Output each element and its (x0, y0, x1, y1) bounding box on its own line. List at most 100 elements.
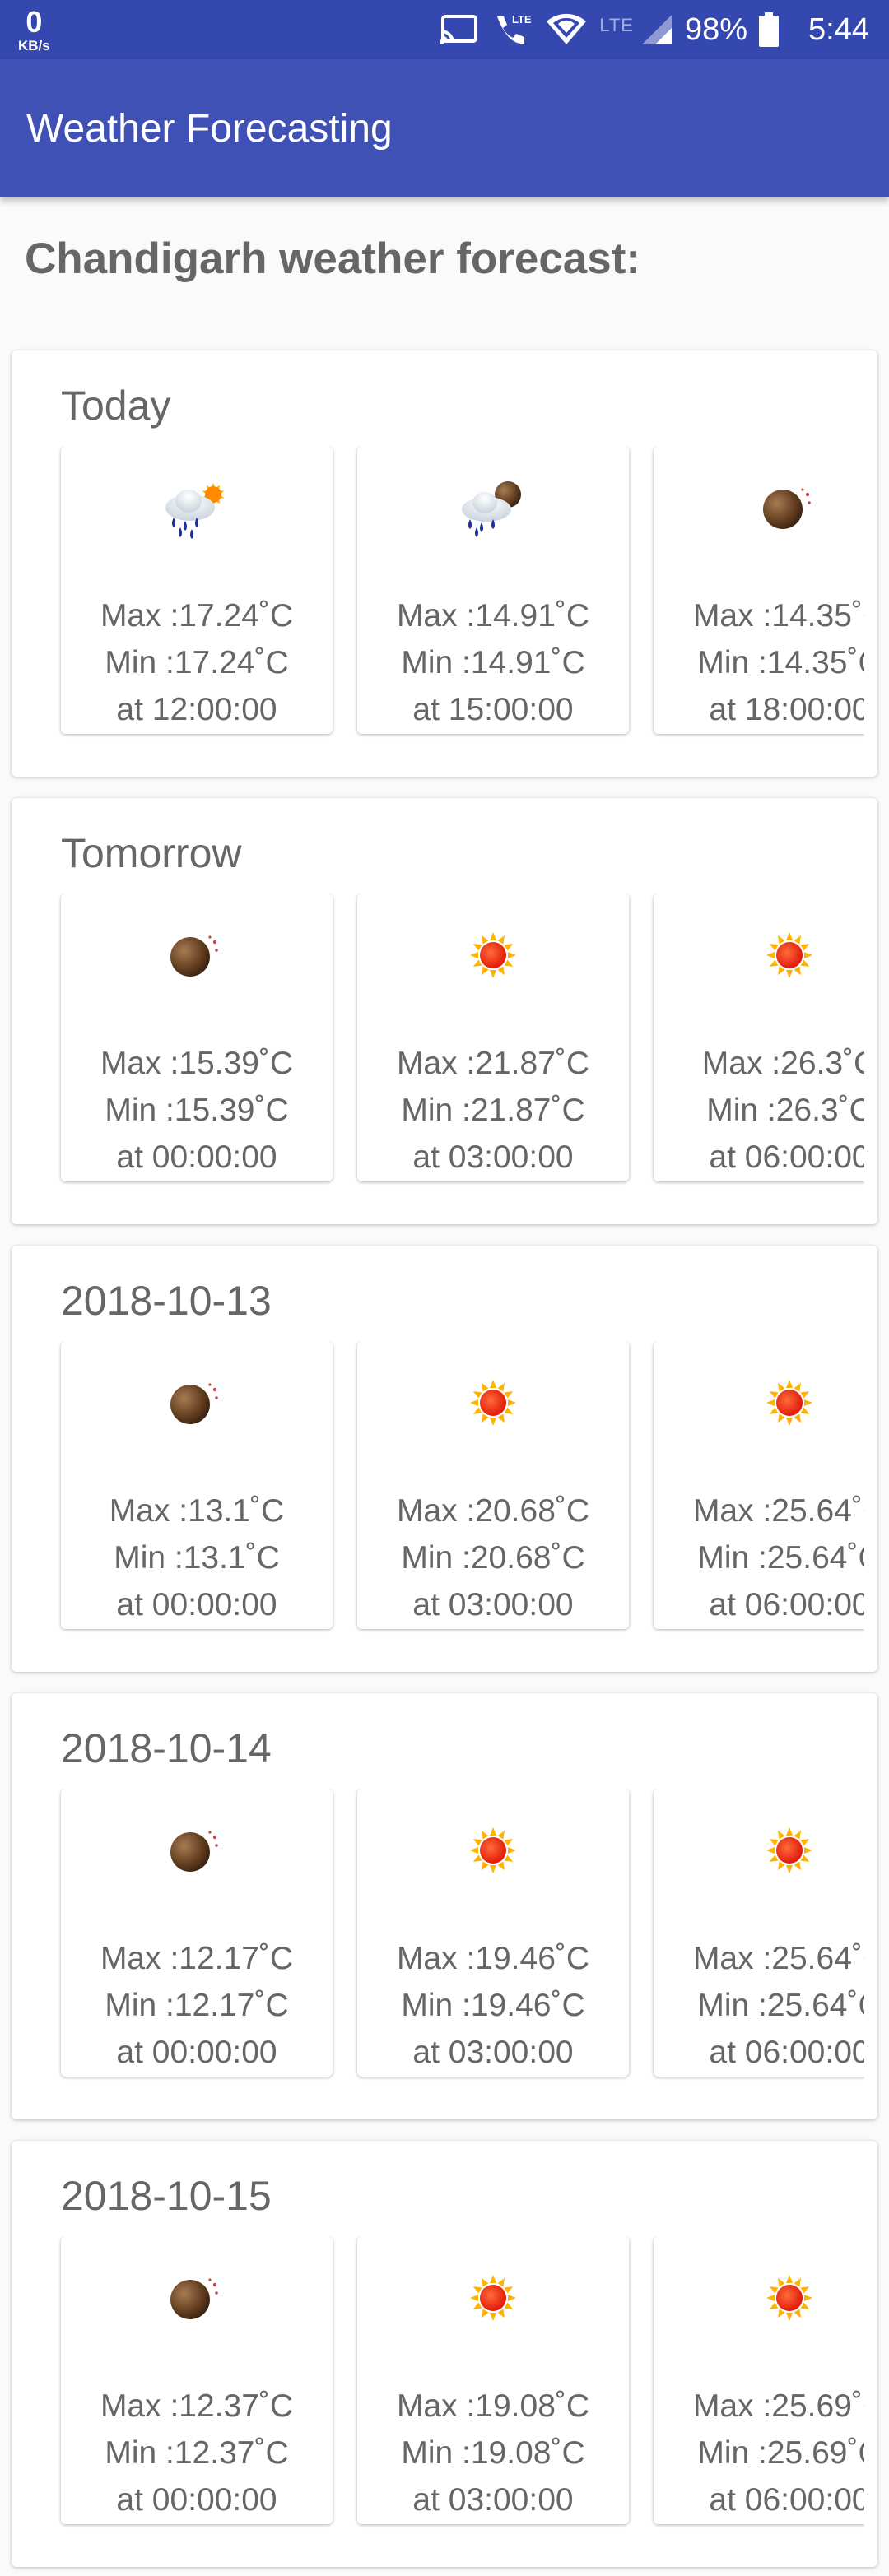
moon-icon (61, 2236, 333, 2335)
forecast-entry[interactable]: Max :19.46˚C Min :19.46˚C at 03:00:00 (357, 1789, 629, 2077)
max-temp: Max :12.17˚C (100, 1941, 294, 1976)
min-temp: Min :14.91˚C (401, 645, 585, 680)
cast-icon (438, 13, 479, 46)
forecast-time: at 15:00:00 (412, 692, 574, 727)
min-temp: Min :20.68˚C (401, 1540, 585, 1576)
forecast-strip[interactable]: Max :12.17˚C Min :12.17˚C at 00:00:00 Max :… (49, 1789, 864, 2085)
forecast-entry[interactable]: Max :12.37˚C Min :12.37˚C at 00:00:00 (61, 2236, 333, 2524)
forecast-time: at 00:00:00 (116, 1139, 277, 1175)
max-temp: Max :19.46˚C (396, 1941, 590, 1976)
sun-icon (654, 1341, 864, 1440)
max-temp: Max :26.3˚C (701, 1046, 864, 1081)
max-temp: Max :21.87˚C (396, 1046, 590, 1081)
max-temp: Max :14.91˚C (396, 598, 590, 634)
sun-icon (357, 1789, 629, 1887)
forecast-entry[interactable]: Max :19.08˚C Min :19.08˚C at 03:00:00 (357, 2236, 629, 2524)
min-temp: Min :15.39˚C (105, 1093, 289, 1128)
forecast-time: at 03:00:00 (412, 1587, 574, 1622)
max-temp: Max :20.68˚C (396, 1493, 590, 1529)
min-temp: Min :17.24˚C (105, 645, 289, 680)
status-bar: 0 KB/s LTE LTE 98% 5:44 (0, 0, 889, 59)
day-label: 2018-10-15 (61, 2173, 272, 2219)
forecast-entry[interactable]: Max :14.35˚C Min :14.35˚C at 18:00:00 (654, 446, 864, 734)
min-temp: Min :12.17˚C (105, 1988, 289, 2023)
forecast-time: at 00:00:00 (116, 1587, 277, 1622)
min-temp: Min :25.64˚C (697, 1988, 864, 2023)
sun-icon (654, 1789, 864, 1887)
forecast-entry[interactable]: Max :14.91˚C Min :14.91˚C at 15:00:00 (357, 446, 629, 734)
forecast-time: at 03:00:00 (412, 2482, 574, 2518)
sun-icon (654, 893, 864, 992)
moon-icon (61, 1341, 333, 1440)
min-temp: Min :12.37˚C (105, 2435, 289, 2471)
day-label: 2018-10-13 (61, 1278, 272, 1324)
moon-icon (61, 1789, 333, 1887)
min-temp: Min :13.1˚C (114, 1540, 280, 1576)
forecast-time: at 18:00:00 (709, 692, 864, 727)
battery-percent: 98% (684, 12, 748, 47)
day-card: 2018-10-13 Max :13.1˚C Min :13.1˚C at 00:00… (12, 1246, 877, 1672)
max-temp: Max :15.39˚C (100, 1046, 294, 1081)
sun-icon (357, 2236, 629, 2335)
forecast-entry[interactable]: Max :26.3˚C Min :26.3˚C at 06:00:00 (654, 893, 864, 1181)
max-temp: Max :25.64˚C (692, 1493, 864, 1529)
forecast-strip[interactable]: Max :15.39˚C Min :15.39˚C at 00:00:00 Max :… (49, 893, 864, 1190)
min-temp: Min :19.08˚C (401, 2435, 585, 2471)
forecast-entry[interactable]: Max :25.69˚C Min :25.69˚C at 06:00:00 (654, 2236, 864, 2524)
day-card: Today Max :17.24˚C Min :17.24˚C at 12:00:00… (12, 350, 877, 777)
forecast-time: at 03:00:00 (412, 1139, 574, 1175)
day-label: 2018-10-14 (61, 1725, 272, 1771)
sun-icon (357, 1341, 629, 1440)
forecast-time: at 06:00:00 (709, 1139, 864, 1175)
app-title: Weather Forecasting (26, 106, 393, 151)
forecast-entry[interactable]: Max :17.24˚C Min :17.24˚C at 12:00:00 (61, 446, 333, 734)
max-temp: Max :17.24˚C (100, 598, 294, 634)
max-temp: Max :25.64˚C (692, 1941, 864, 1976)
sun-icon (654, 2236, 864, 2335)
max-temp: Max :25.69˚C (692, 2388, 864, 2424)
forecast-entry[interactable]: Max :21.87˚C Min :21.87˚C at 03:00:00 (357, 893, 629, 1181)
min-temp: Min :25.64˚C (697, 1540, 864, 1576)
max-temp: Max :12.37˚C (100, 2388, 294, 2424)
min-temp: Min :19.46˚C (401, 1988, 585, 2023)
svg-text:LTE: LTE (512, 13, 532, 26)
rain-sun-icon (61, 446, 333, 545)
forecast-entry[interactable]: Max :12.17˚C Min :12.17˚C at 00:00:00 (61, 1789, 333, 2077)
network-speed: 0 KB/s (18, 7, 50, 53)
forecast-time: at 00:00:00 (116, 2482, 277, 2518)
page-heading: Chandigarh weather forecast: (25, 234, 641, 283)
min-temp: Min :14.35˚C (697, 645, 864, 680)
network-unit: KB/s (18, 37, 50, 53)
forecast-entry[interactable]: Max :20.68˚C Min :20.68˚C at 03:00:00 (357, 1341, 629, 1629)
rain-moon-icon (357, 446, 629, 545)
wifi-icon (545, 13, 588, 46)
app-bar: Weather Forecasting (0, 59, 889, 197)
signal-icon (640, 13, 673, 46)
min-temp: Min :25.69˚C (697, 2435, 864, 2471)
forecast-time: at 06:00:00 (709, 2482, 864, 2518)
moon-icon (654, 446, 864, 545)
forecast-time: at 06:00:00 (709, 1587, 864, 1622)
sun-icon (357, 893, 629, 992)
forecast-strip[interactable]: Max :12.37˚C Min :12.37˚C at 00:00:00 Max :… (49, 2236, 864, 2532)
forecast-entry[interactable]: Max :25.64˚C Min :25.64˚C at 06:00:00 (654, 1341, 864, 1629)
max-temp: Max :13.1˚C (109, 1493, 285, 1529)
min-temp: Min :26.3˚C (706, 1093, 864, 1128)
day-card: 2018-10-15 Max :12.37˚C Min :12.37˚C at 00:… (12, 2141, 877, 2567)
forecast-entry[interactable]: Max :15.39˚C Min :15.39˚C at 00:00:00 (61, 893, 333, 1181)
moon-icon (61, 893, 333, 992)
forecast-time: at 03:00:00 (412, 2035, 574, 2070)
min-temp: Min :21.87˚C (401, 1093, 585, 1128)
network-rate: 0 (26, 4, 43, 39)
forecast-strip[interactable]: Max :17.24˚C Min :17.24˚C at 12:00:00 Max :… (49, 446, 864, 742)
day-label: Tomorrow (61, 830, 242, 876)
max-temp: Max :19.08˚C (396, 2388, 590, 2424)
forecast-entry[interactable]: Max :25.64˚C Min :25.64˚C at 06:00:00 (654, 1789, 864, 2077)
battery-icon (759, 12, 780, 47)
forecast-strip[interactable]: Max :13.1˚C Min :13.1˚C at 00:00:00 Max :20… (49, 1341, 864, 1637)
day-card: 2018-10-14 Max :12.17˚C Min :12.17˚C at 00:… (12, 1693, 877, 2119)
lte-label: LTE (599, 15, 634, 35)
forecast-entry[interactable]: Max :13.1˚C Min :13.1˚C at 00:00:00 (61, 1341, 333, 1629)
clock: 5:44 (808, 12, 869, 47)
day-card: Tomorrow Max :15.39˚C Min :15.39˚C at 00:00… (12, 798, 877, 1224)
